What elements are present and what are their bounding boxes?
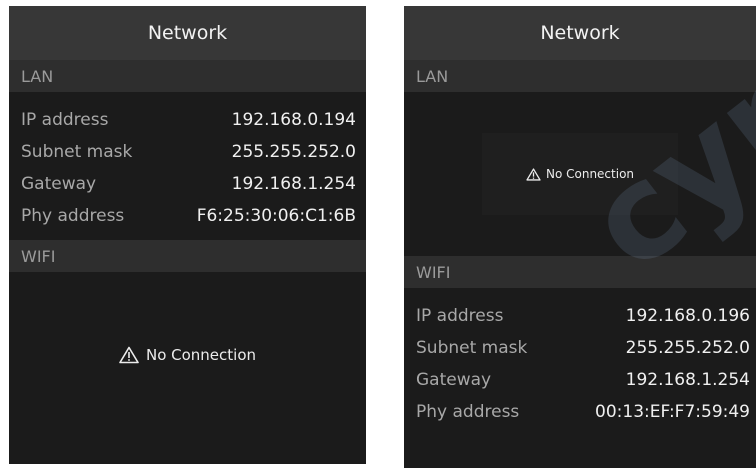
warning-triangle-icon [119, 346, 139, 364]
subnet-mask-label: Subnet mask [416, 338, 528, 358]
lan-subnet-row: Subnet mask 255.255.252.0 [9, 136, 366, 168]
wifi-section-header: WIFI [404, 256, 756, 288]
no-connection-text: No Connection [545, 167, 635, 181]
wifi-info-list: IP address 192.168.0.196 Subnet mask 255… [404, 288, 756, 436]
ip-address-label: IP address [416, 306, 504, 326]
phy-address-label: Phy address [21, 206, 125, 226]
lan-status-area: No Connection [404, 92, 756, 256]
page-title: Network [9, 6, 366, 60]
subnet-mask-value: 255.255.252.0 [625, 338, 750, 358]
gateway-label: Gateway [416, 370, 492, 390]
lan-phy-row: Phy address F6:25:30:06:C1:6B [9, 200, 366, 232]
no-connection-text: No Connection [145, 345, 257, 364]
warning-triangle-icon [526, 167, 541, 181]
network-screen-lan: Network LAN IP address 192.168.0.194 Sub… [9, 6, 366, 464]
no-connection-panel: No Connection [482, 133, 678, 215]
wifi-section-header: WIFI [9, 240, 366, 272]
network-screen-wifi: Network LAN No Connection WIFI IP addres… [404, 6, 756, 468]
subnet-mask-label: Subnet mask [21, 142, 133, 162]
lan-section-header: LAN [404, 60, 756, 92]
lan-info-list: IP address 192.168.0.194 Subnet mask 255… [9, 92, 366, 240]
page-title: Network [404, 6, 756, 60]
wifi-ip-row: IP address 192.168.0.196 [404, 300, 756, 332]
subnet-mask-value: 255.255.252.0 [231, 142, 356, 162]
no-connection-message: No Connection [119, 346, 256, 364]
gateway-label: Gateway [21, 174, 97, 194]
ip-address-value: 192.168.0.194 [231, 110, 356, 130]
ip-address-label: IP address [21, 110, 109, 130]
lan-gateway-row: Gateway 192.168.1.254 [9, 168, 366, 200]
gateway-value: 192.168.1.254 [231, 174, 356, 194]
lan-section-header: LAN [9, 60, 366, 92]
wifi-status-area: No Connection [9, 272, 366, 437]
wifi-subnet-row: Subnet mask 255.255.252.0 [404, 332, 756, 364]
phy-address-label: Phy address [416, 402, 520, 422]
wifi-gateway-row: Gateway 192.168.1.254 [404, 364, 756, 396]
lan-ip-row: IP address 192.168.0.194 [9, 104, 366, 136]
no-connection-message: No Connection [526, 167, 634, 181]
wifi-phy-row: Phy address 00:13:EF:F7:59:49 [404, 396, 756, 428]
phy-address-value: 00:13:EF:F7:59:49 [595, 402, 750, 422]
gateway-value: 192.168.1.254 [625, 370, 750, 390]
ip-address-value: 192.168.0.196 [625, 306, 750, 326]
phy-address-value: F6:25:30:06:C1:6B [196, 206, 356, 226]
